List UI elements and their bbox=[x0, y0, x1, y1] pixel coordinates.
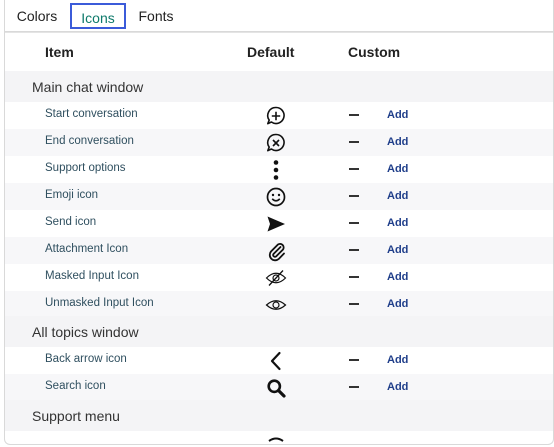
table-row: Masked Input Icon Add bbox=[5, 264, 553, 291]
add-button[interactable]: Add bbox=[387, 381, 408, 393]
section-title: All topics window bbox=[32, 324, 139, 340]
custom-empty-dash bbox=[349, 195, 359, 197]
icons-settings-panel: Colors Icons Fonts Item Default Custom M… bbox=[4, 0, 554, 445]
row-label: End conversation bbox=[45, 135, 134, 147]
custom-empty-dash bbox=[349, 249, 359, 251]
table-row: Attachment Icon Add bbox=[5, 237, 553, 264]
partial-icon bbox=[265, 436, 287, 444]
row-label: Back arrow icon bbox=[45, 353, 127, 365]
row-label: Emoji icon bbox=[45, 189, 99, 201]
row-label: Unmasked Input Icon bbox=[45, 297, 154, 309]
row-label: Support options bbox=[45, 162, 126, 174]
custom-empty-dash bbox=[349, 359, 359, 361]
eye-slash-icon bbox=[265, 267, 287, 289]
table-row: Unmasked Input Icon Add bbox=[5, 291, 553, 318]
tab-icons[interactable]: Icons bbox=[70, 3, 126, 29]
column-header-custom: Custom bbox=[348, 44, 401, 60]
row-label: Masked Input Icon bbox=[45, 270, 139, 282]
send-arrow-icon bbox=[265, 213, 287, 235]
add-button[interactable]: Add bbox=[387, 109, 408, 121]
column-header-default: Default bbox=[247, 44, 295, 60]
chevron-left-icon bbox=[265, 350, 287, 372]
table-header: Item Default Custom bbox=[5, 33, 553, 71]
table-row: Back arrow icon Add bbox=[5, 347, 553, 374]
tab-bar: Colors Icons Fonts bbox=[5, 0, 553, 32]
section-title: Main chat window bbox=[32, 79, 144, 95]
add-button[interactable]: Add bbox=[387, 354, 408, 366]
table-row bbox=[5, 431, 553, 444]
add-button[interactable]: Add bbox=[387, 298, 408, 310]
add-button[interactable]: Add bbox=[387, 271, 408, 283]
section-header-support-menu: Support menu bbox=[5, 400, 553, 431]
table-row: Send icon Add bbox=[5, 210, 553, 237]
chat-close-icon bbox=[265, 132, 287, 154]
eye-icon bbox=[265, 294, 287, 316]
custom-empty-dash bbox=[349, 276, 359, 278]
table-row: Search icon Add bbox=[5, 374, 553, 401]
custom-empty-dash bbox=[349, 222, 359, 224]
column-header-item: Item bbox=[45, 44, 74, 60]
smiley-icon bbox=[265, 186, 287, 208]
section-header-all-topics: All topics window bbox=[5, 316, 553, 347]
custom-empty-dash bbox=[349, 168, 359, 170]
custom-empty-dash bbox=[349, 303, 359, 305]
chat-plus-icon bbox=[265, 105, 287, 127]
search-icon bbox=[265, 377, 287, 399]
custom-empty-dash bbox=[349, 386, 359, 388]
table-row: End conversation Add bbox=[5, 129, 553, 156]
row-label: Send icon bbox=[45, 216, 97, 228]
icons-table: Item Default Custom Main chat window Sta… bbox=[5, 32, 553, 444]
add-button[interactable]: Add bbox=[387, 244, 408, 256]
paperclip-icon bbox=[265, 240, 287, 262]
table-row: Support options Add bbox=[5, 156, 553, 183]
tab-fonts[interactable]: Fonts bbox=[133, 3, 179, 29]
row-label: Start conversation bbox=[45, 108, 138, 120]
section-header-main-chat: Main chat window bbox=[5, 71, 553, 102]
table-row: Emoji icon Add bbox=[5, 183, 553, 210]
vertical-dots-icon bbox=[265, 159, 287, 181]
table-row: Start conversation Add bbox=[5, 102, 553, 129]
add-button[interactable]: Add bbox=[387, 217, 408, 229]
custom-empty-dash bbox=[349, 141, 359, 143]
add-button[interactable]: Add bbox=[387, 163, 408, 175]
row-label: Search icon bbox=[45, 380, 106, 392]
section-title: Support menu bbox=[32, 408, 120, 424]
add-button[interactable]: Add bbox=[387, 136, 408, 148]
row-label: Attachment Icon bbox=[45, 243, 129, 255]
custom-empty-dash bbox=[349, 114, 359, 116]
tab-colors[interactable]: Colors bbox=[11, 3, 63, 29]
add-button[interactable]: Add bbox=[387, 190, 408, 202]
